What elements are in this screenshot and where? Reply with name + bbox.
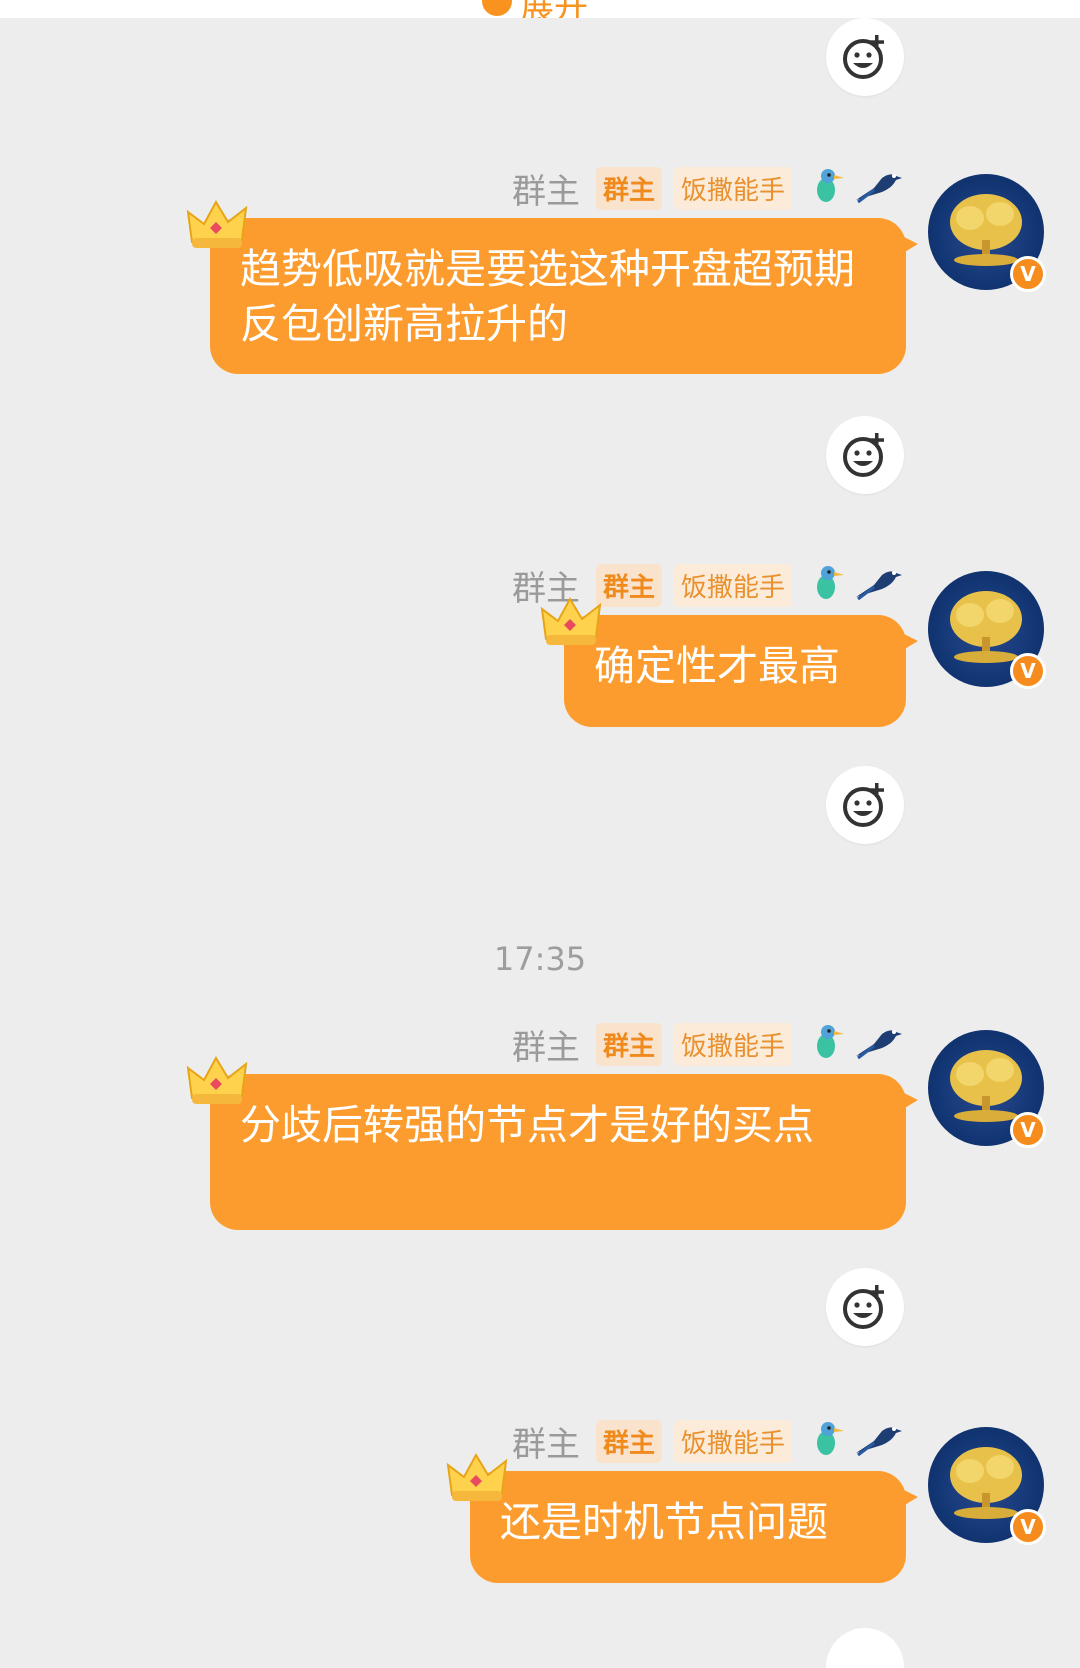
title-badge: 饭撒能手 [673,563,792,607]
message-text: 分歧后转强的节点才是好的买点 [240,1101,814,1149]
title-badge: 饭撒能手 [673,166,792,210]
add-reaction-button[interactable] [826,416,904,494]
crown-icon [446,1452,508,1501]
title-badge: 饭撒能手 [673,1022,792,1066]
add-reaction-button[interactable] [826,18,904,96]
magpie-badge-icon [852,1419,904,1463]
crown-icon [186,1055,248,1104]
message-bubble[interactable]: 确定性才最高 [540,596,918,727]
magpie-badge-icon [852,563,904,607]
add-reaction-icon [843,783,884,827]
kingfisher-badge-icon [808,563,848,607]
add-reaction-icon [843,35,884,79]
add-reaction-icon [843,1285,884,1329]
message-text: 确定性才最高 [594,642,840,690]
expand-label: 展开 [520,0,588,18]
sender-name[interactable]: 群主 [512,1417,580,1466]
kingfisher-badge-icon [808,166,848,210]
add-reaction-icon [843,433,884,477]
kingfisher-badge-icon [808,1022,848,1066]
role-badge: 群主 [595,1022,662,1066]
message-text: 趋势低吸就是要选这种开盘超预期反包创新高拉升的 [240,245,855,348]
verified-v-icon: V [1010,256,1046,292]
magpie-badge-icon [852,1022,904,1066]
message-bubble[interactable]: 趋势低吸就是要选这种开盘超预期反包创新高拉升的 [186,199,918,374]
kingfisher-badge-icon [808,1419,848,1463]
message-timestamp: 17:35 [493,940,587,978]
sender-row: 群主 群主 饭撒能手 [512,164,904,213]
avatar[interactable]: V [928,571,1046,689]
title-badge: 饭撒能手 [673,1419,792,1463]
add-reaction-button[interactable] [826,1268,904,1346]
role-badge: 群主 [595,1419,662,1463]
avatar[interactable]: V [928,1427,1046,1545]
bubble-tail [898,1487,918,1509]
bubble-tail [898,234,918,256]
role-badge: 群主 [595,166,662,210]
avatar[interactable]: V [928,1030,1046,1148]
partial-reaction-button[interactable] [826,1628,904,1668]
add-reaction-button[interactable] [826,766,904,844]
crown-icon [186,199,248,248]
sender-row: 群主 群主 饭撒能手 [512,1417,904,1466]
bubble-tail [898,1090,918,1112]
verified-v-icon: V [1010,653,1046,689]
magpie-badge-icon [852,166,904,210]
verified-v-icon: V [1010,1112,1046,1148]
expand-banner[interactable]: 展开 [0,0,1080,18]
message-bubble[interactable]: 还是时机节点问题 [446,1452,918,1583]
avatar[interactable]: V [928,174,1046,292]
bubble-tail [898,631,918,653]
message-bubble[interactable]: 分歧后转强的节点才是好的买点 [186,1055,918,1230]
sender-name[interactable]: 群主 [512,1020,580,1069]
sender-name[interactable]: 群主 [512,164,580,213]
crown-icon [540,596,602,645]
verified-v-icon: V [1010,1509,1046,1545]
sender-row: 群主 群主 饭撒能手 [512,1020,904,1069]
message-text: 还是时机节点问题 [500,1498,828,1546]
expand-icon [482,0,512,16]
